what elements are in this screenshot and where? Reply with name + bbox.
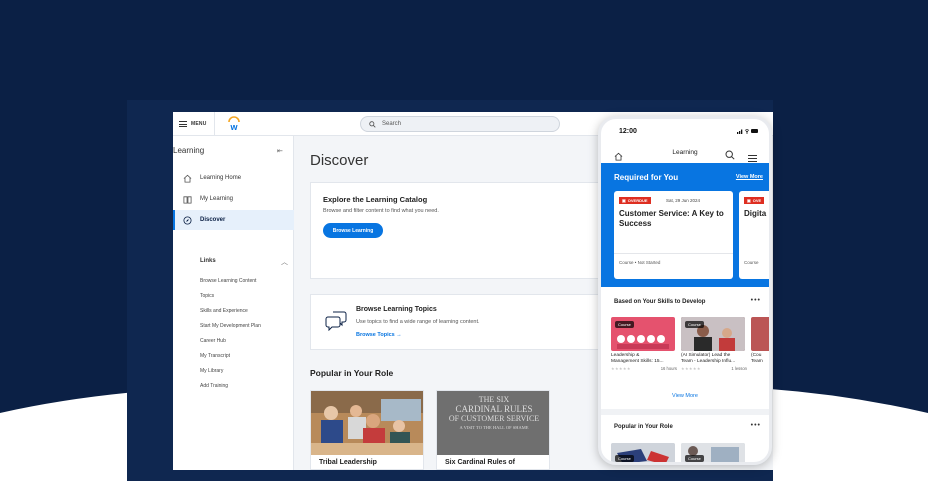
required-heading: Required for You	[614, 173, 679, 182]
sidebar-item-learning-home[interactable]: Learning Home	[173, 168, 294, 188]
required-view-more-link[interactable]: View More	[736, 174, 763, 180]
required-for-you-section: Required for You View More ▣ OVERDUE Sat,…	[601, 163, 769, 287]
skills-view-more-link[interactable]: View More	[601, 393, 769, 399]
required-course-card[interactable]: ▣ OVERDUE Sat, 29 Jun 2024 Customer Servi…	[614, 191, 733, 279]
chat-bubbles-icon	[325, 311, 347, 331]
status-time: 12:00	[619, 128, 637, 135]
collapse-sidebar-icon[interactable]: ⇤	[277, 147, 283, 155]
browse-learning-button[interactable]: Browse Learning	[323, 223, 383, 238]
skill-course-card[interactable]: Course Leadership & Management Skills: 1…	[611, 317, 677, 371]
popular-course-card[interactable]: Course	[611, 443, 675, 462]
calendar-icon: ▣	[622, 198, 626, 203]
skills-heading: Based on Your Skills to Develop	[614, 299, 706, 305]
course-image: Course	[611, 317, 675, 351]
more-options-icon[interactable]: •••	[751, 297, 761, 304]
mobile-nav-bar: Learning	[601, 145, 769, 163]
course-tag: Course	[685, 321, 704, 328]
search-placeholder: Search	[382, 121, 402, 127]
search-icon	[369, 120, 376, 128]
course-title: Six Cardinal Rules of	[445, 459, 516, 466]
svg-text:w: w	[229, 122, 238, 132]
mobile-nav-title: Learning	[672, 149, 698, 156]
skill-course-card[interactable]: (Cou Team	[751, 317, 769, 369]
calendar-icon: ▣	[747, 198, 751, 203]
required-course-card[interactable]: ▣ OVE Digita Course	[739, 191, 769, 279]
course-title: Tribal Leadership	[319, 459, 377, 466]
popular-heading: Popular in Your Role	[310, 368, 394, 378]
popular-course-card[interactable]: Course	[681, 443, 745, 462]
sidebar-item-label: My Learning	[200, 196, 234, 202]
topics-card: Browse Learning Topics Use topics to fin…	[310, 294, 610, 350]
sidebar-item-my-learning[interactable]: My Learning	[173, 189, 294, 209]
course-tag: Course	[615, 321, 634, 328]
page-title: Discover	[310, 152, 369, 169]
menu-button[interactable]: MENU	[173, 112, 215, 136]
signal-wifi-battery-icon	[737, 128, 759, 136]
course-duration: 1 lesson	[731, 366, 747, 371]
link-skills-and-experience[interactable]: Skills and Experience	[200, 308, 248, 314]
link-browse-learning-content[interactable]: Browse Learning Content	[200, 278, 256, 284]
course-duration: 16 hours	[660, 366, 677, 371]
more-options-icon[interactable]: •••	[751, 422, 761, 429]
course-card[interactable]: Tribal Leadership	[310, 390, 424, 470]
rating-stars: ★★★★★	[611, 366, 631, 371]
rating-stars: ★★★★★	[681, 366, 701, 371]
topics-heading: Browse Learning Topics	[356, 306, 437, 313]
link-my-library[interactable]: My Library	[200, 368, 223, 374]
search-input[interactable]: Search	[360, 116, 560, 132]
skill-course-card[interactable]: Course (AI Simulator) Lead the Team - Le…	[681, 317, 747, 371]
links-section-header[interactable]: Links ︿	[200, 258, 290, 266]
course-card[interactable]: THE SIX CARDINAL RULES OF CUSTOMER SERVI…	[436, 390, 550, 470]
compass-icon	[183, 215, 192, 225]
hamburger-icon	[179, 121, 187, 127]
browse-topics-link[interactable]: Browse Topics →	[356, 332, 402, 338]
course-tag: Course	[615, 455, 634, 462]
chevron-up-icon: ︿	[281, 259, 288, 266]
skill-course-title: Management Skills: 15...	[611, 359, 664, 364]
skill-course-title: Team	[751, 359, 763, 364]
popular-role-heading: Popular in Your Role	[614, 424, 673, 430]
link-start-development-plan[interactable]: Start My Development Plan	[200, 323, 261, 329]
sidebar-item-discover[interactable]: Discover	[173, 210, 294, 230]
topics-description: Use topics to find a wide range of learn…	[356, 319, 480, 325]
sidebar-item-label: Discover	[200, 217, 226, 223]
book-icon	[183, 195, 192, 204]
skill-course-title: Team - Leadership Influ...	[681, 359, 736, 364]
course-image	[751, 317, 769, 351]
due-date: Sat, 29 Jun 2024	[666, 198, 701, 203]
course-status: Course	[744, 260, 759, 265]
link-my-transcript[interactable]: My Transcript	[200, 353, 230, 359]
overdue-badge: ▣ OVERDUE	[619, 197, 651, 204]
menu-label: MENU	[191, 121, 207, 127]
overdue-badge: ▣ OVE	[744, 197, 765, 204]
course-image	[311, 391, 423, 455]
course-image: THE SIX CARDINAL RULES OF CUSTOMER SERVI…	[437, 391, 549, 455]
catalog-heading: Explore the Learning Catalog	[323, 195, 428, 204]
course-image: Course	[681, 317, 745, 351]
home-icon	[183, 174, 192, 183]
course-tag: Course	[685, 455, 704, 462]
required-course-title: Digita	[744, 209, 767, 218]
catalog-description: Browse and filter content to find what y…	[323, 208, 439, 214]
course-status: Course • Not Started	[619, 260, 661, 265]
link-career-hub[interactable]: Career Hub	[200, 338, 226, 344]
workday-logo[interactable]: w	[225, 115, 243, 133]
sidebar-item-label: Learning Home	[200, 175, 242, 181]
mobile-phone: 12:00 Learning Required for You View Mor…	[598, 116, 772, 465]
catalog-card: Explore the Learning Catalog Browse and …	[310, 182, 610, 279]
link-topics[interactable]: Topics	[200, 293, 214, 299]
sidebar: Learning ⇤ Learning Home My Learning Dis…	[173, 136, 294, 470]
divider	[614, 253, 733, 254]
required-course-title: Customer Service: A Key to Success	[619, 209, 724, 228]
section-divider	[601, 409, 769, 415]
link-add-training[interactable]: Add Training	[200, 383, 228, 389]
status-bar: 12:00	[601, 119, 769, 141]
